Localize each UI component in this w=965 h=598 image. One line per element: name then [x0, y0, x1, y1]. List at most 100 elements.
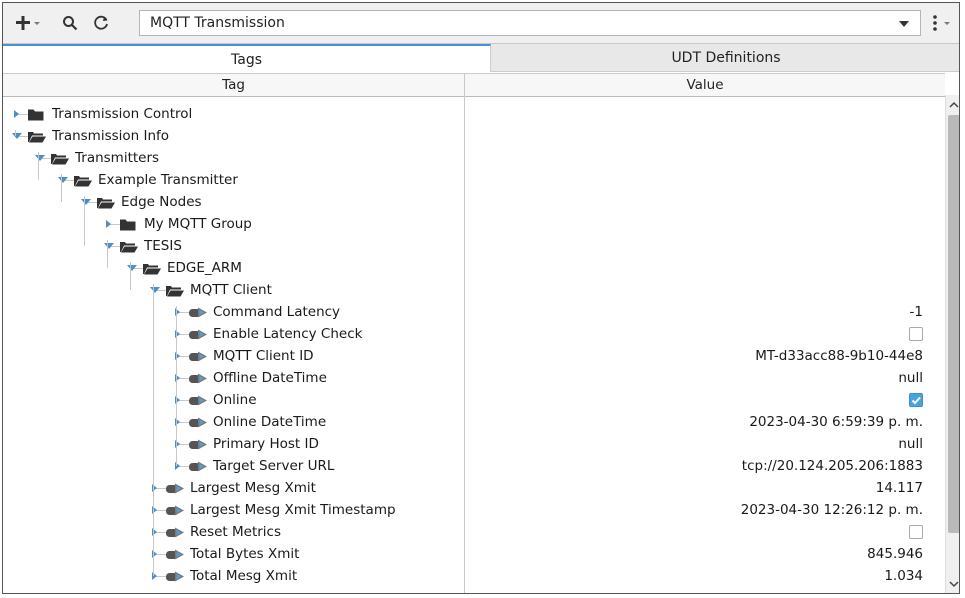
column-header-value[interactable]: Value: [465, 74, 945, 96]
tag-provider-select[interactable]: MQTT Transmission: [139, 10, 921, 36]
value-checkbox[interactable]: [909, 525, 923, 539]
chevron-down-icon: [899, 21, 909, 27]
tag-icon: [166, 483, 184, 494]
tag-icon: [166, 549, 184, 560]
tree-row[interactable]: Offline DateTime null: [3, 367, 945, 389]
tag-value: 14.117: [875, 480, 923, 496]
search-button[interactable]: [59, 13, 81, 33]
tag-icon: [189, 329, 207, 340]
collapse-arrow-icon[interactable]: [81, 199, 91, 205]
tree-guide-line: [176, 306, 177, 466]
folder-open-icon: [74, 176, 92, 187]
tree-row[interactable]: Reset Metrics: [3, 521, 945, 543]
tree-row[interactable]: Primary Host ID null: [3, 433, 945, 455]
tree-row[interactable]: Total Bytes Xmit 845.946: [3, 543, 945, 565]
tree-row[interactable]: Target Server URL tcp://20.124.205.206:18…: [3, 455, 945, 477]
folder-open-icon: [28, 132, 46, 143]
tree-row[interactable]: Example Transmitter: [3, 169, 945, 191]
collapse-arrow-icon[interactable]: [127, 265, 137, 271]
tree-item-label: Total Bytes Xmit: [190, 546, 300, 562]
tree-row[interactable]: Enable Latency Check: [3, 323, 945, 345]
tree-item-label: Enable Latency Check: [213, 326, 363, 342]
tag-icon: [189, 417, 207, 428]
tag-icon: [189, 307, 207, 318]
tag-icon: [189, 351, 207, 362]
tree-item-label: Reset Metrics: [190, 524, 282, 540]
collapse-arrow-icon[interactable]: [12, 133, 22, 139]
toolbar: MQTT Transmission: [3, 3, 959, 44]
scrollbar-thumb[interactable]: [948, 115, 959, 533]
folder-open-icon: [166, 286, 184, 297]
tree-guide-line: [107, 240, 108, 268]
tree-row[interactable]: Online: [3, 389, 945, 411]
tree-row[interactable]: Transmitters: [3, 147, 945, 169]
tree-row[interactable]: Edge Nodes: [3, 191, 945, 213]
add-tag-button[interactable]: [11, 13, 45, 33]
tag-value: null: [898, 370, 923, 386]
tree-item-label: MQTT Client: [190, 282, 272, 298]
tree-item-label: Primary Host ID: [213, 436, 319, 452]
tree-item-label: Transmitters: [75, 150, 160, 166]
tree-row[interactable]: MQTT Client ID MT-d33acc88-9b10-44e8: [3, 345, 945, 367]
value-checkbox[interactable]: [909, 393, 923, 407]
tree-item-label: Offline DateTime: [213, 370, 327, 386]
tag-value: MT-d33acc88-9b10-44e8: [755, 348, 923, 364]
tree-item-label: Largest Mesg Xmit Timestamp: [190, 502, 396, 518]
plus-icon: [16, 16, 40, 30]
tree-row[interactable]: Online DateTime 2023-04-30 6:59:39 p. m.: [3, 411, 945, 433]
column-header-tag[interactable]: Tag: [3, 74, 464, 96]
tag-value: 2023-04-30 6:59:39 p. m.: [749, 414, 923, 430]
value-checkbox[interactable]: [909, 327, 923, 341]
folder-closed-icon: [28, 109, 44, 121]
tree-row[interactable]: Command Latency -1: [3, 301, 945, 323]
tag-value: null: [898, 436, 923, 452]
tree-item-label: Edge Nodes: [121, 194, 202, 210]
tag-icon: [189, 439, 207, 450]
collapse-arrow-icon[interactable]: [104, 243, 114, 249]
magnifier-icon: [63, 16, 78, 31]
tab-udt-definitions[interactable]: UDT Definitions: [491, 44, 959, 72]
more-options-button[interactable]: [927, 13, 955, 33]
tree-row[interactable]: Largest Mesg Xmit 14.117: [3, 477, 945, 499]
tree-item-label: Example Transmitter: [98, 172, 238, 188]
tree-item-label: Total Mesg Xmit: [190, 568, 298, 584]
tree-row[interactable]: My MQTT Group: [3, 213, 945, 235]
tag-provider-value: MQTT Transmission: [150, 15, 285, 31]
refresh-button[interactable]: [90, 13, 112, 33]
expand-arrow-icon[interactable]: [14, 110, 19, 118]
checkmark-icon: [911, 396, 921, 405]
tree-row[interactable]: Total Mesg Xmit 1.034: [3, 565, 945, 587]
tree-item-label: My MQTT Group: [144, 216, 252, 232]
refresh-icon: [94, 15, 108, 30]
collapse-arrow-icon[interactable]: [150, 287, 160, 293]
collapse-arrow-icon[interactable]: [35, 155, 45, 161]
tree-row[interactable]: Transmission Info: [3, 125, 945, 147]
tag-icon: [166, 571, 184, 582]
tree-item-label: Target Server URL: [213, 458, 335, 474]
tree-item-label: EDGE_ARM: [167, 260, 242, 276]
collapse-arrow-icon[interactable]: [58, 177, 68, 183]
folder-closed-icon: [120, 219, 136, 231]
tree-guide-line: [61, 174, 62, 202]
tag-value: tcp://20.124.205.206:1883: [741, 458, 923, 474]
tree-row[interactable]: MQTT Client: [3, 279, 945, 301]
tree-row[interactable]: Transmission Control: [3, 103, 945, 125]
tree-guide-line: [153, 284, 154, 576]
tree-row[interactable]: Largest Mesg Xmit Timestamp 2023-04-30 12…: [3, 499, 945, 521]
vertical-scrollbar[interactable]: [945, 95, 959, 593]
tree-item-label: TESIS: [144, 238, 182, 254]
folder-open-icon: [51, 154, 69, 165]
tree-item-label: Largest Mesg Xmit: [190, 480, 316, 496]
tree-item-label: Online DateTime: [213, 414, 327, 430]
tree-guide-line: [15, 130, 16, 136]
tag-value: 845.946: [867, 546, 923, 562]
tree-item-label: Online: [213, 392, 257, 408]
tree-row[interactable]: TESIS: [3, 235, 945, 257]
tag-icon: [189, 373, 207, 384]
folder-open-icon: [143, 264, 161, 275]
tree-row[interactable]: EDGE_ARM: [3, 257, 945, 279]
scroll-up-icon[interactable]: [949, 101, 959, 108]
tab-tags[interactable]: Tags: [3, 44, 491, 72]
scroll-down-icon[interactable]: [949, 581, 959, 588]
expand-arrow-icon[interactable]: [106, 220, 111, 228]
